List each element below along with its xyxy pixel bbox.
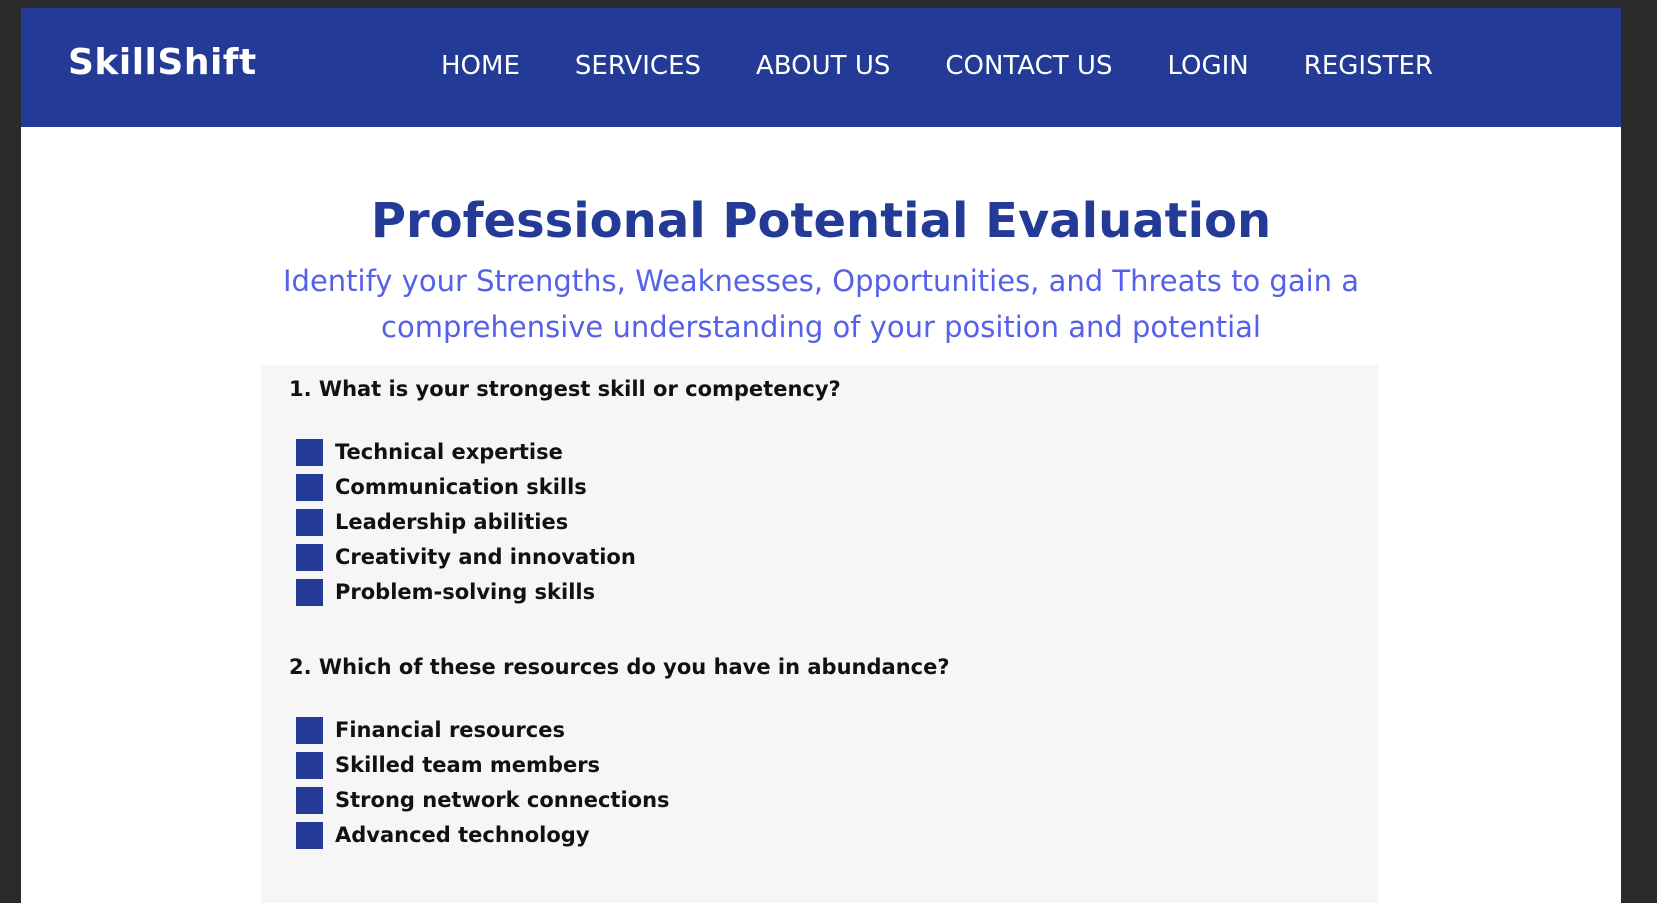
option-label: Leadership abilities [335, 510, 569, 534]
option-communication-skills[interactable]: Communication skills [296, 472, 587, 502]
checkbox[interactable] [296, 508, 323, 536]
nav-about-us[interactable]: ABOUT US [756, 51, 890, 81]
nav-services[interactable]: SERVICES [575, 51, 701, 81]
question-1: 1. What is your strongest skill or compe… [289, 377, 841, 401]
option-problem-solving[interactable]: Problem-solving skills [296, 577, 595, 607]
browser-window: SkillShift HOME SERVICES ABOUT US CONTAC… [21, 8, 1621, 903]
checkbox[interactable] [296, 821, 323, 849]
option-label: Creativity and innovation [335, 545, 636, 569]
screen-frame: SkillShift HOME SERVICES ABOUT US CONTAC… [0, 0, 1657, 903]
option-label: Skilled team members [335, 753, 601, 777]
page-subtitle: Identify your Strengths, Weaknesses, Opp… [282, 264, 1360, 344]
option-technical-expertise[interactable]: Technical expertise [296, 437, 563, 467]
navbar: SkillShift HOME SERVICES ABOUT US CONTAC… [21, 8, 1621, 127]
option-label: Problem-solving skills [335, 580, 596, 604]
nav-contact-us[interactable]: CONTACT US [945, 51, 1112, 81]
option-label: Financial resources [335, 718, 565, 742]
nav-links: HOME SERVICES ABOUT US CONTACT US LOGIN … [441, 51, 1433, 81]
option-creativity-innovation[interactable]: Creativity and innovation [296, 542, 636, 572]
page-title: Professional Potential Evaluation [370, 193, 1272, 249]
option-leadership-abilities[interactable]: Leadership abilities [296, 507, 568, 537]
option-skilled-team[interactable]: Skilled team members [296, 750, 600, 780]
checkbox[interactable] [296, 751, 323, 779]
option-label: Advanced technology [335, 823, 590, 847]
nav-home[interactable]: HOME [441, 51, 520, 81]
checkbox[interactable] [296, 473, 323, 501]
checkbox[interactable] [296, 786, 323, 814]
option-label: Technical expertise [335, 440, 563, 464]
checkbox[interactable] [296, 578, 323, 606]
option-advanced-technology[interactable]: Advanced technology [296, 820, 590, 850]
checkbox[interactable] [296, 716, 323, 744]
option-network-connections[interactable]: Strong network connections [296, 785, 670, 815]
option-label: Communication skills [335, 475, 587, 499]
evaluation-form: 1. What is your strongest skill or compe… [261, 365, 1378, 903]
question-2: 2. Which of these resources do you have … [289, 655, 950, 679]
checkbox[interactable] [296, 543, 323, 571]
option-financial-resources[interactable]: Financial resources [296, 715, 565, 745]
nav-login[interactable]: LOGIN [1167, 51, 1248, 81]
brand-logo[interactable]: SkillShift [68, 42, 257, 83]
option-label: Strong network connections [335, 788, 670, 812]
checkbox[interactable] [296, 438, 323, 466]
nav-register[interactable]: REGISTER [1304, 51, 1433, 81]
